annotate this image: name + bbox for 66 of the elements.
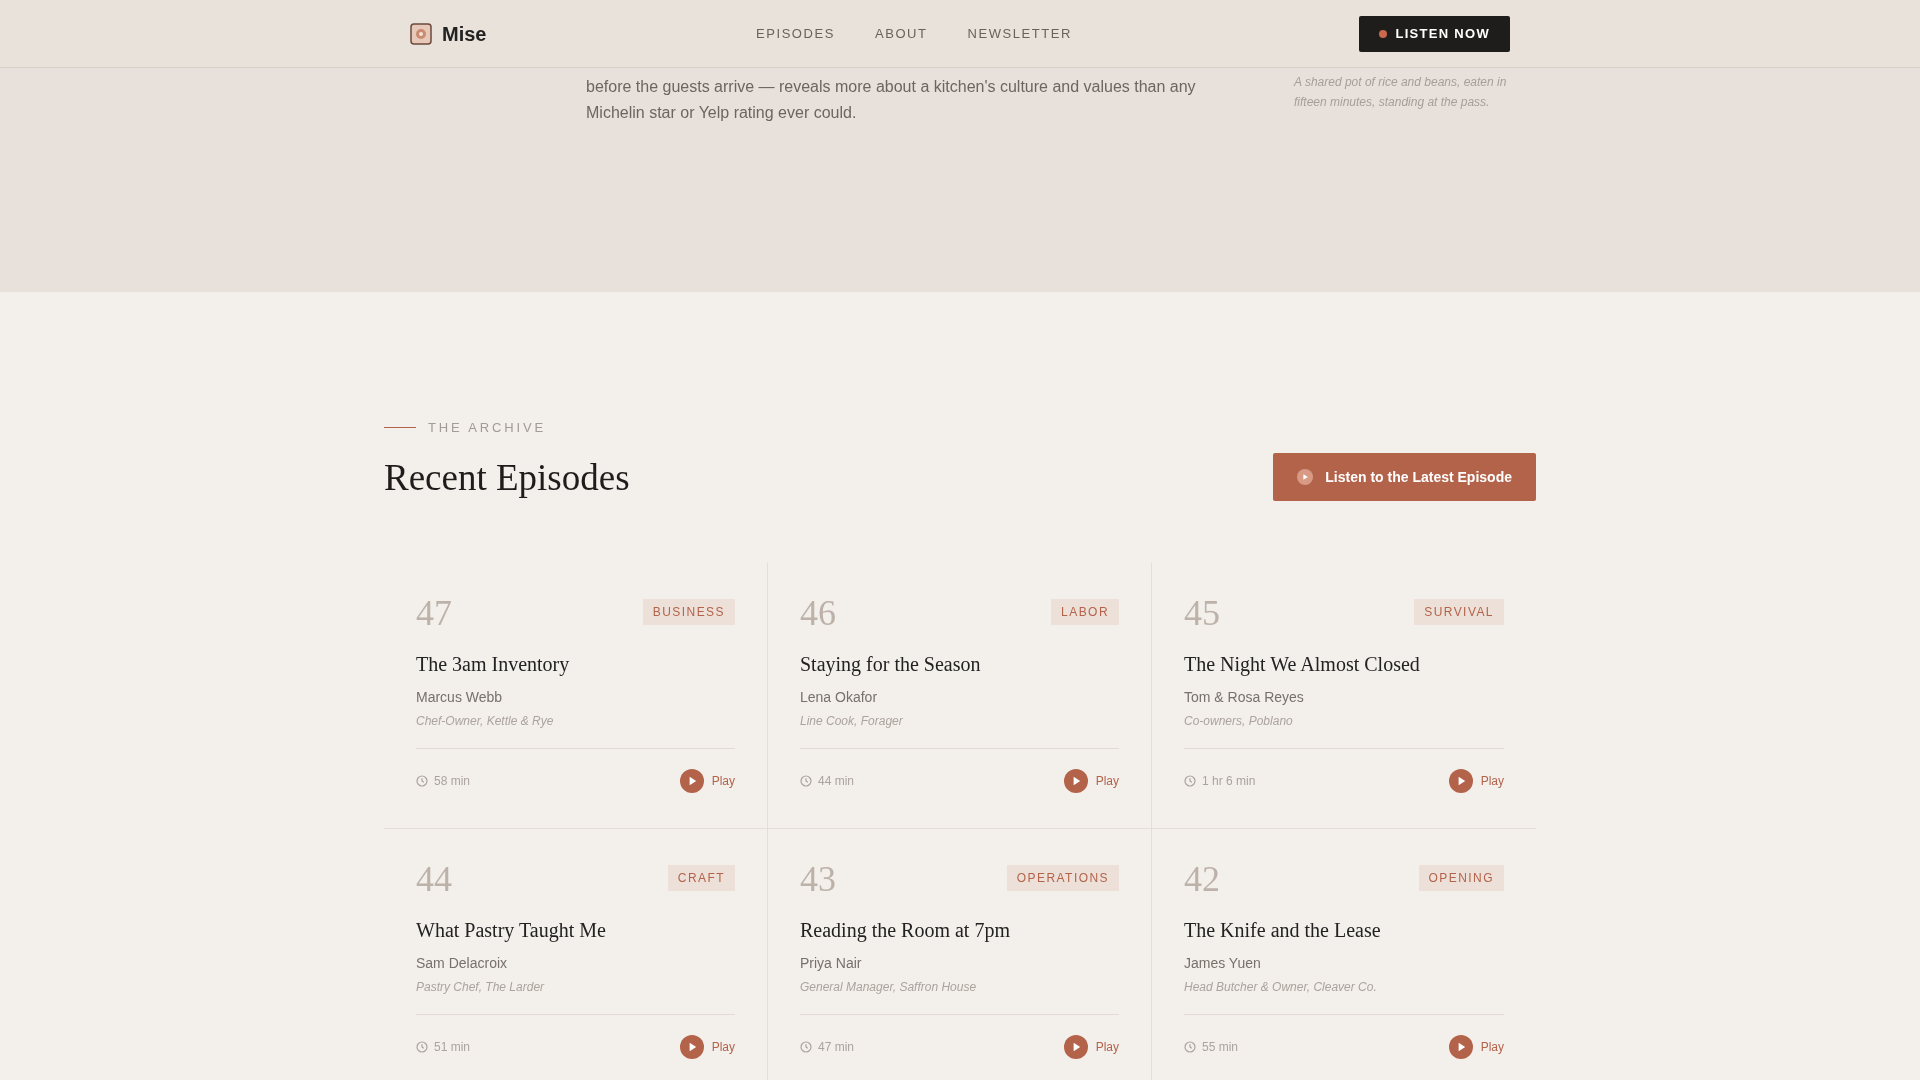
play-icon — [1448, 1035, 1473, 1059]
brand-name: Mise — [442, 21, 487, 47]
play-icon — [1063, 1035, 1088, 1059]
play-button[interactable]: Play — [679, 769, 735, 793]
guest-name: Priya Nair — [800, 954, 863, 973]
episode-number: 46 — [800, 595, 836, 631]
play-icon — [679, 769, 704, 793]
guest-role: Pastry Chef, The Larder — [416, 979, 546, 996]
play-icon — [1448, 769, 1473, 793]
guest-role: Co-owners, Poblano — [1184, 713, 1294, 730]
nav-link[interactable]: ABOUT — [874, 23, 928, 44]
episode-duration: 55 min — [1202, 1039, 1239, 1056]
guest-name: Sam Delacroix — [416, 954, 509, 973]
clock-icon — [1184, 1041, 1196, 1053]
episode-title: Reading the Room at 7pm — [800, 918, 1011, 944]
play-icon — [679, 1035, 704, 1059]
clock-icon — [416, 775, 428, 787]
episode-title: The 3am Inventory — [416, 652, 571, 678]
guest-role: Chef-Owner, Kettle & Rye — [416, 713, 555, 730]
episode-duration: 51 min — [434, 1039, 471, 1056]
episode-duration: 44 min — [818, 773, 855, 790]
category-tag: SURVIVAL — [1414, 599, 1504, 625]
guest-name: James Yuen — [1184, 954, 1262, 973]
play-button[interactable]: Play — [1448, 769, 1504, 793]
photo-caption: A shared pot of rice and beans, eaten in fifteen minutes, standing at the pass. — [1294, 74, 1508, 111]
episode-title: The Knife and the Lease — [1184, 918, 1382, 943]
episode-duration: 1 hr 6 min — [1202, 773, 1256, 790]
play-icon — [1297, 469, 1314, 485]
episode-title: Staying for the Season — [800, 652, 982, 678]
category-tag: OPENING — [1418, 865, 1504, 891]
latest-episode-button[interactable]: Listen to the Latest Episode — [1273, 453, 1536, 501]
guest-name: Lena Okafor — [800, 688, 879, 707]
listen-now-button[interactable]: LISTEN NOW — [1359, 15, 1510, 52]
episode-number: 43 — [800, 861, 836, 897]
category-tag: CRAFT — [667, 865, 735, 891]
episode-title: The Night We Almost Closed — [1184, 652, 1421, 678]
category-tag: OPERATIONS — [1006, 865, 1119, 891]
clock-icon — [800, 1041, 812, 1053]
guest-role: Head Butcher & Owner, Cleaver Co. — [1184, 979, 1378, 996]
episode-title: What Pastry Taught Me — [416, 918, 607, 944]
episode-duration: 47 min — [818, 1039, 855, 1056]
section-eyebrow: THE ARCHIVE — [428, 419, 547, 437]
play-button[interactable]: Play — [679, 1035, 735, 1059]
episode-number: 45 — [1184, 595, 1220, 631]
guest-role: General Manager, Saffron House — [800, 979, 978, 996]
play-button[interactable]: Play — [1063, 769, 1119, 793]
logo-icon — [410, 22, 432, 45]
episode-number: 47 — [416, 595, 452, 631]
category-tag: BUSINESS — [642, 599, 735, 625]
guest-name: Tom & Rosa Reyes — [1184, 688, 1305, 707]
nav-link[interactable]: NEWSLETTER — [967, 23, 1072, 44]
episode-number: 44 — [416, 861, 452, 897]
clock-icon — [416, 1041, 428, 1053]
clock-icon — [800, 775, 812, 787]
guest-role: Line Cook, Forager — [800, 713, 904, 730]
play-button[interactable]: Play — [1448, 1035, 1504, 1059]
category-tag: LABOR — [1051, 599, 1119, 625]
clock-icon — [1184, 775, 1196, 787]
nav-link[interactable]: EPISODES — [756, 23, 835, 44]
hero-paragraph: before the guests arrive — reveals more about a kitchen's culture and values than any Michelin star or Yelp rating ever could. — [586, 77, 1197, 123]
section-title: Recent Episodes — [384, 455, 630, 500]
play-button[interactable]: Play — [1063, 1035, 1119, 1059]
play-icon — [1063, 769, 1088, 793]
guest-name: Marcus Webb — [416, 688, 504, 707]
episode-number: 42 — [1184, 861, 1220, 897]
episode-duration: 58 min — [434, 773, 471, 790]
